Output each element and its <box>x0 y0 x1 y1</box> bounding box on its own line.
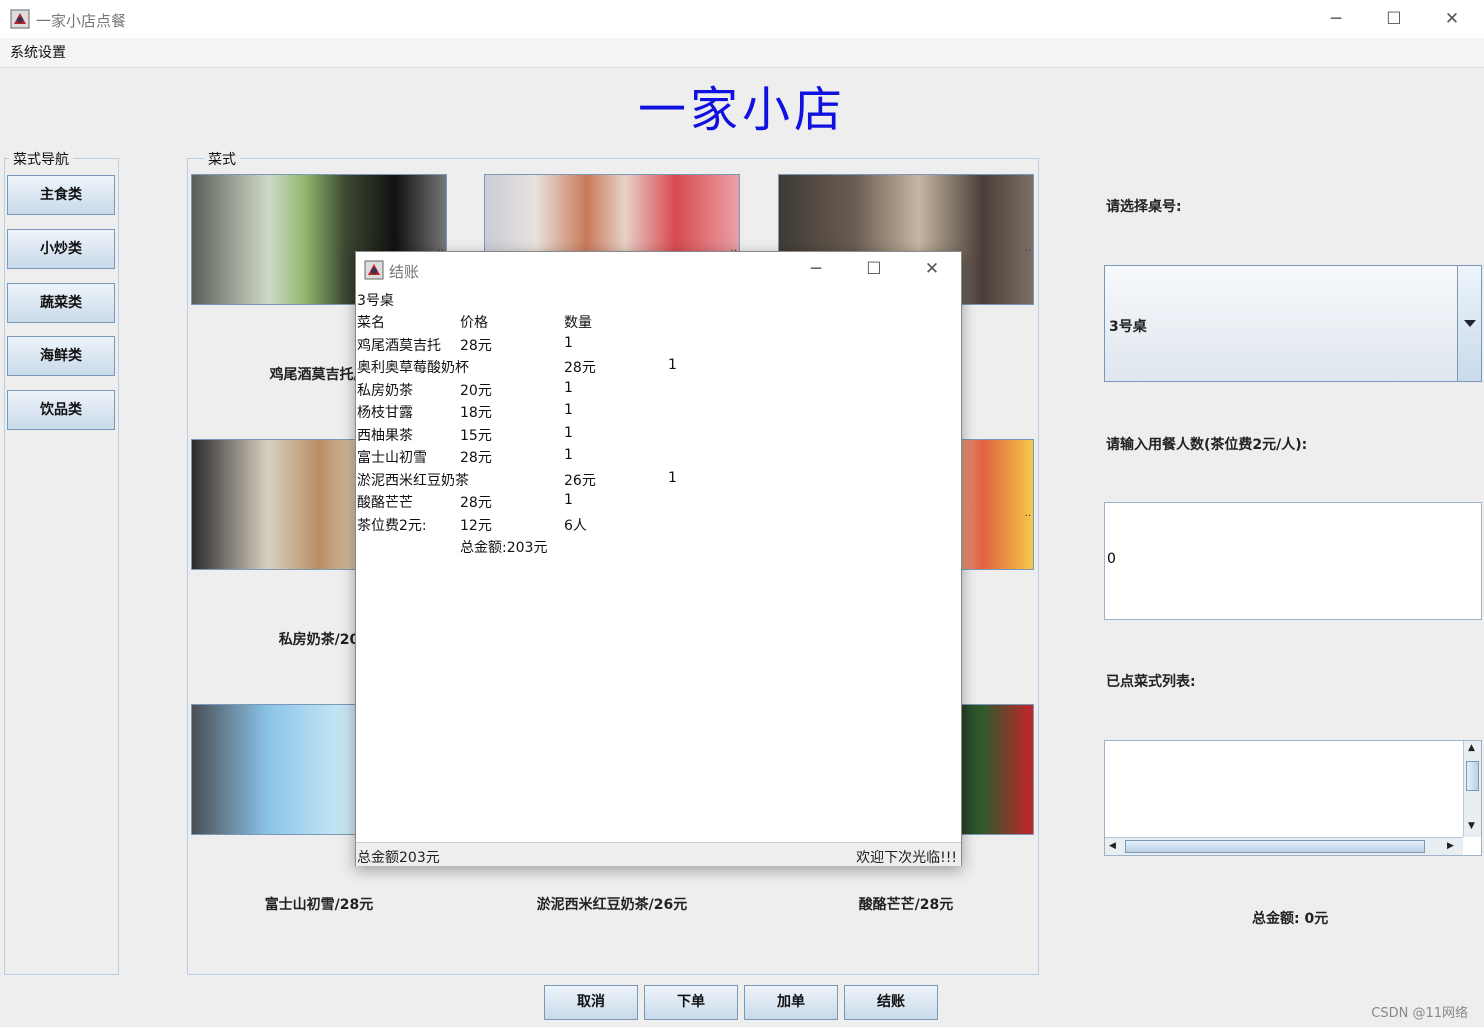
java-app-icon <box>10 9 30 29</box>
checkout-button[interactable]: 结账 <box>844 985 938 1020</box>
checkout-dialog: 结账 ─ ☐ ✕ 3号桌 菜名 价格 数量 鸡尾酒莫吉托 28元 1 奥利奥草莓… <box>355 251 962 866</box>
item-name: 西柚果茶 <box>357 428 413 444</box>
receipt-text-area[interactable]: 3号桌 菜名 价格 数量 鸡尾酒莫吉托 28元 1 奥利奥草莓酸奶杯 28元 1… <box>357 290 960 840</box>
item-qty: 1 <box>564 447 573 463</box>
dishes-group-title: 菜式 <box>204 149 240 169</box>
item-qty: 1 <box>668 470 677 486</box>
item-qty: 1 <box>564 402 573 418</box>
ordered-list-hscrollbar[interactable]: ◀ ▶ <box>1105 837 1463 855</box>
header-name: 菜名 <box>357 315 385 331</box>
window-titlebar: 一家小店点餐 ─ ☐ ✕ <box>0 0 1484 38</box>
item-price: 18元 <box>460 405 492 421</box>
people-count-label: 请输入用餐人数(茶位费2元/人): <box>1106 437 1308 453</box>
ordered-list-label: 已点菜式列表: <box>1106 674 1196 690</box>
item-name: 茶位费2元: <box>357 518 427 534</box>
item-price: 28元 <box>564 360 596 376</box>
item-price: 28元 <box>460 450 492 466</box>
add-order-button[interactable]: 加单 <box>744 985 838 1020</box>
dialog-titlebar: 结账 ─ ☐ ✕ <box>356 252 961 288</box>
dialog-maximize-button[interactable]: ☐ <box>854 256 894 282</box>
item-name: 富士山初雪 <box>357 450 427 466</box>
table-select-value: 3号桌 <box>1109 319 1147 335</box>
item-qty: 1 <box>564 425 573 441</box>
place-order-button[interactable]: 下单 <box>644 985 738 1020</box>
scroll-down-icon[interactable]: ▼ <box>1468 821 1475 831</box>
table-select-label: 请选择桌号: <box>1106 199 1182 215</box>
status-total: 总金额203元 <box>357 850 440 866</box>
header-qty: 数量 <box>564 315 592 331</box>
dialog-status-bar: 总金额203元 欢迎下次光临!!! <box>356 842 961 866</box>
item-qty: 1 <box>564 492 573 508</box>
close-button[interactable]: ✕ <box>1432 6 1472 32</box>
chevron-down-icon[interactable] <box>1457 266 1481 381</box>
receipt-table-number: 3号桌 <box>357 293 394 309</box>
shop-heading: 一家小店 <box>637 82 846 138</box>
item-qty: 1 <box>564 380 573 396</box>
table-select[interactable]: 3号桌 <box>1104 265 1482 382</box>
item-price: 28元 <box>460 338 492 354</box>
dish-label-red-bean-milk-tea: 淤泥西米红豆奶茶/26元 <box>536 897 688 913</box>
item-name: 私房奶茶 <box>357 383 413 399</box>
nav-group: 菜式导航 <box>4 149 119 975</box>
item-name: 酸酪芒芒 <box>357 495 413 511</box>
item-name: 淤泥西米红豆奶茶 <box>357 473 469 489</box>
nav-seafood-button[interactable]: 海鲜类 <box>7 336 115 376</box>
dish-label-mango-cheese: 酸酪芒芒/28元 <box>858 897 954 913</box>
item-qty: 1 <box>668 357 677 373</box>
header-price: 价格 <box>460 315 488 331</box>
dialog-minimize-button[interactable]: ─ <box>796 256 836 282</box>
item-price: 26元 <box>564 473 596 489</box>
menubar: 系统设置 <box>0 38 1484 68</box>
people-count-field[interactable] <box>1104 502 1482 620</box>
dish-label-fuji-snow: 富士山初雪/28元 <box>264 897 374 913</box>
nav-stirfry-button[interactable]: 小炒类 <box>7 229 115 269</box>
nav-staple-button[interactable]: 主食类 <box>7 175 115 215</box>
item-qty: 6人 <box>564 518 587 534</box>
status-farewell: 欢迎下次光临!!! <box>856 850 957 866</box>
java-app-icon <box>364 260 384 280</box>
item-price: 28元 <box>460 495 492 511</box>
main-total-amount: 总金额: 0元 <box>1252 911 1329 927</box>
maximize-button[interactable]: ☐ <box>1374 6 1414 32</box>
ordered-list[interactable]: ▲ ▼ ◀ ▶ <box>1104 740 1482 856</box>
item-qty: 1 <box>564 335 573 351</box>
item-price: 20元 <box>460 383 492 399</box>
vscroll-thumb[interactable] <box>1466 761 1479 791</box>
item-name: 鸡尾酒莫吉托 <box>357 338 441 354</box>
ordered-list-vscrollbar[interactable]: ▲ ▼ <box>1463 741 1481 837</box>
item-name: 奥利奥草莓酸奶杯 <box>357 360 469 376</box>
people-count-input[interactable] <box>1107 551 1467 567</box>
scroll-right-icon[interactable]: ▶ <box>1447 841 1454 851</box>
scroll-up-icon[interactable]: ▲ <box>1468 743 1475 753</box>
scroll-left-icon[interactable]: ◀ <box>1109 841 1116 851</box>
item-price: 15元 <box>460 428 492 444</box>
nav-group-title: 菜式导航 <box>9 149 73 169</box>
dialog-title: 结账 <box>389 263 420 281</box>
item-name: 杨枝甘露 <box>357 405 413 421</box>
menu-system-settings[interactable]: 系统设置 <box>10 42 66 62</box>
cancel-button[interactable]: 取消 <box>544 985 638 1020</box>
receipt-total: 总金额:203元 <box>460 540 548 556</box>
item-price: 12元 <box>460 518 492 534</box>
dialog-close-button[interactable]: ✕ <box>912 256 952 282</box>
csdn-watermark: CSDN @11网络 <box>1371 1006 1468 1021</box>
minimize-button[interactable]: ─ <box>1316 6 1356 32</box>
nav-drinks-button[interactable]: 饮品类 <box>7 390 115 430</box>
window-title: 一家小店点餐 <box>36 12 127 30</box>
hscroll-thumb[interactable] <box>1125 840 1425 853</box>
nav-vegetable-button[interactable]: 蔬菜类 <box>7 283 115 323</box>
